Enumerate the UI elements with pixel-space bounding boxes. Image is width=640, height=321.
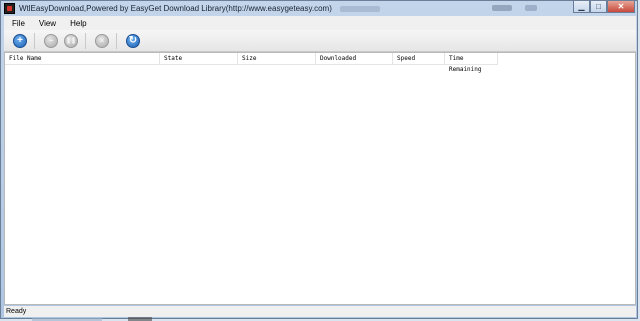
window-controls: ▁ □ ✕	[573, 1, 635, 14]
close-window-button[interactable]: ✕	[607, 1, 635, 13]
close-icon: ✕	[617, 1, 625, 11]
toolbar-separator	[85, 32, 86, 49]
refresh-button[interactable]: ↻	[126, 33, 140, 48]
main-window: WtlEasyDownload,Powered by EasyGet Downl…	[0, 0, 638, 319]
blurred-background-region	[128, 317, 152, 321]
minus-icon: −	[48, 35, 54, 45]
menu-bar: File View Help	[4, 16, 636, 30]
refresh-icon: ↻	[128, 34, 138, 46]
pause-icon: ❚❚	[65, 37, 77, 44]
list-header: File Name State Size Downloaded Speed Ti…	[5, 53, 498, 73]
blurred-title-region	[339, 5, 380, 12]
add-download-button[interactable]: +	[13, 33, 27, 48]
pause-download-button[interactable]: ❚❚	[64, 33, 78, 48]
blurred-title-region-right-2	[525, 5, 537, 11]
column-header-file-name[interactable]: File Name	[5, 53, 160, 64]
minimize-button[interactable]: ▁	[573, 1, 590, 13]
column-header-downloaded[interactable]: Downloaded	[316, 53, 393, 64]
column-header-time-remaining[interactable]: Time Remaining	[445, 53, 498, 73]
stop-download-button[interactable]: ×	[95, 33, 109, 48]
title-bar[interactable]: WtlEasyDownload,Powered by EasyGet Downl…	[1, 1, 637, 16]
menu-view[interactable]: View	[31, 19, 62, 28]
window-title: WtlEasyDownload,Powered by EasyGet Downl…	[19, 4, 332, 13]
minimize-icon: ▁	[578, 1, 585, 11]
maximize-icon: □	[596, 1, 601, 11]
status-text: Ready	[6, 308, 27, 315]
menu-help[interactable]: Help	[62, 19, 92, 28]
download-list[interactable]: File Name State Size Downloaded Speed Ti…	[4, 52, 636, 305]
toolbar-separator	[116, 32, 117, 49]
close-icon: ×	[99, 35, 105, 45]
column-header-state[interactable]: State	[160, 53, 238, 64]
toolbar-separator	[34, 32, 35, 49]
add-icon: +	[17, 34, 23, 46]
maximize-button[interactable]: □	[590, 1, 607, 13]
status-bar: Ready	[4, 306, 636, 317]
remove-download-button[interactable]: −	[44, 33, 58, 48]
menu-file[interactable]: File	[4, 19, 31, 28]
toolbar: + − ❚❚ × ↻	[4, 30, 636, 52]
column-header-speed[interactable]: Speed	[393, 53, 445, 64]
column-header-size[interactable]: Size	[238, 53, 316, 64]
blurred-title-region-right	[492, 5, 512, 11]
app-icon[interactable]	[4, 3, 15, 14]
